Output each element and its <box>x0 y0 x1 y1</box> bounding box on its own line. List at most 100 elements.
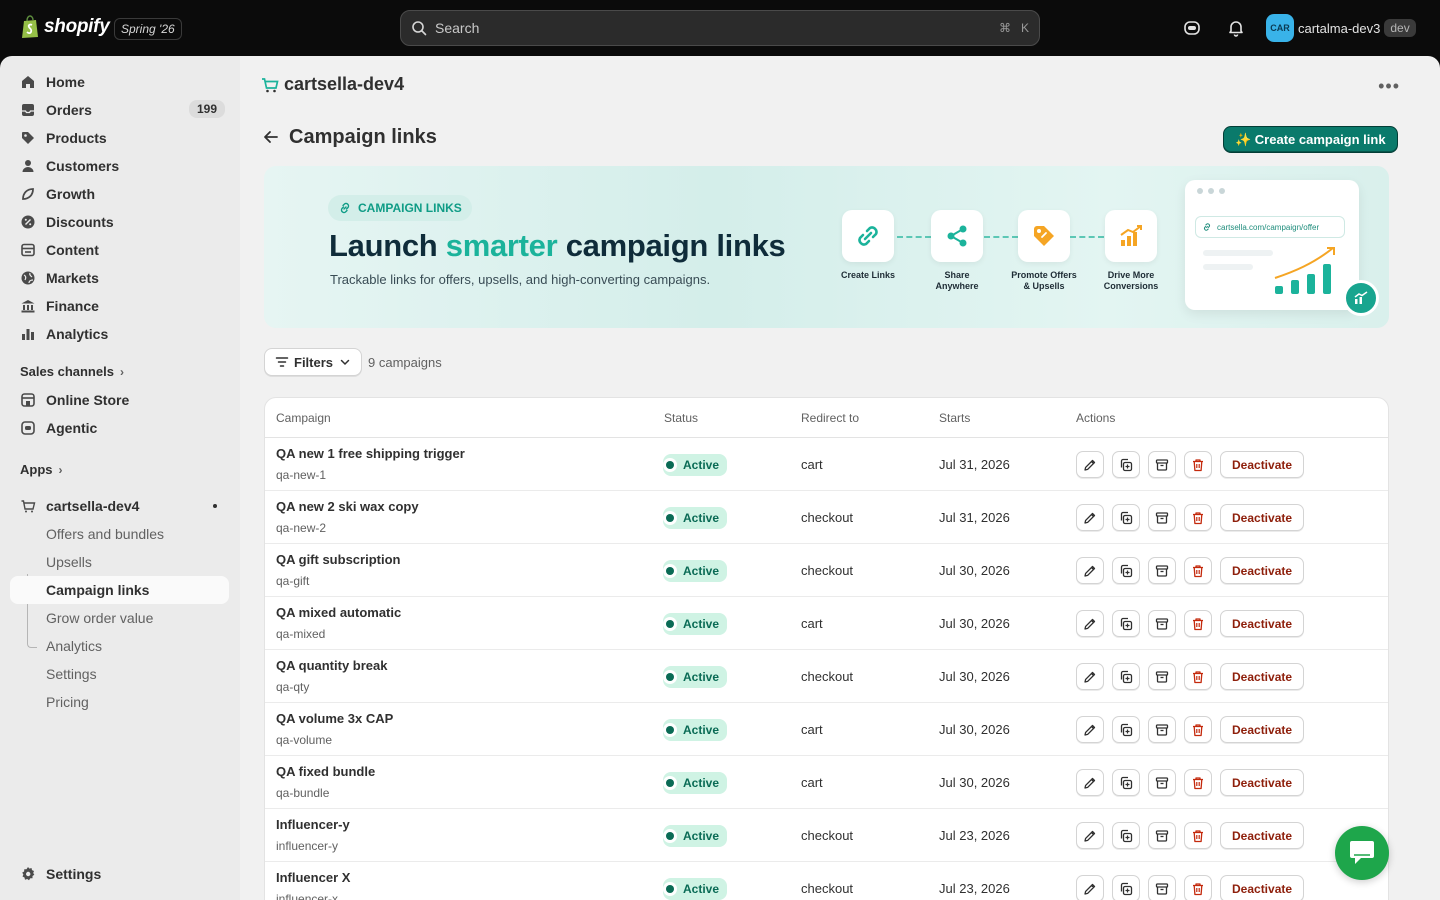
deactivate-button[interactable]: Deactivate <box>1220 875 1305 900</box>
edit-button[interactable] <box>1076 875 1104 900</box>
campaign-name[interactable]: QA new 2 ski wax copy <box>276 499 419 514</box>
table-row[interactable]: QA gift subscription qa-gift Active chec… <box>265 544 1388 597</box>
sidebar-item-agentic[interactable]: Agentic <box>10 414 229 442</box>
delete-button[interactable] <box>1184 451 1212 478</box>
sidebar-item-content[interactable]: Content <box>10 236 229 264</box>
campaign-name[interactable]: QA gift subscription <box>276 552 400 567</box>
deactivate-button[interactable]: Deactivate <box>1220 557 1305 584</box>
delete-button[interactable] <box>1184 504 1212 531</box>
campaign-name[interactable]: QA quantity break <box>276 658 387 673</box>
sidebar-item-products[interactable]: Products <box>10 124 229 152</box>
campaign-name[interactable]: Influencer-y <box>276 817 350 832</box>
create-campaign-link-button[interactable]: ✨ Create campaign link <box>1223 126 1398 153</box>
subnav-analytics[interactable]: Analytics <box>10 632 229 660</box>
more-actions-icon[interactable]: ••• <box>1378 76 1400 97</box>
delete-button[interactable] <box>1184 769 1212 796</box>
delete-button[interactable] <box>1184 716 1212 743</box>
subnav-campaign-links[interactable]: Campaign links <box>10 576 229 604</box>
archive-button[interactable] <box>1148 610 1176 637</box>
duplicate-button[interactable] <box>1112 875 1140 900</box>
sidebar-item-app[interactable]: cartsella-dev4 <box>10 492 229 520</box>
bell-icon[interactable] <box>1226 18 1246 38</box>
table-row[interactable]: Influencer-y influencer-y Active checkou… <box>265 809 1388 862</box>
header-starts: Starts <box>939 411 971 425</box>
edit-button[interactable] <box>1076 716 1104 743</box>
edit-button[interactable] <box>1076 451 1104 478</box>
archive-button[interactable] <box>1148 769 1176 796</box>
duplicate-button[interactable] <box>1112 716 1140 743</box>
subnav-upsells[interactable]: Upsells <box>10 548 229 576</box>
search-input[interactable]: Search <box>435 20 989 36</box>
archive-button[interactable] <box>1148 557 1176 584</box>
campaign-name[interactable]: QA mixed automatic <box>276 605 401 620</box>
apps-heading[interactable]: Apps › <box>20 462 63 477</box>
duplicate-button[interactable] <box>1112 822 1140 849</box>
back-arrow-icon[interactable] <box>262 128 280 146</box>
edit-button[interactable] <box>1076 663 1104 690</box>
sidebar-item-orders[interactable]: Orders 199 <box>10 96 229 124</box>
archive-button[interactable] <box>1148 875 1176 900</box>
sidebar-item-growth[interactable]: Growth <box>10 180 229 208</box>
deactivate-button[interactable]: Deactivate <box>1220 663 1305 690</box>
table-row[interactable]: QA fixed bundle qa-bundle Active cart Ju… <box>265 756 1388 809</box>
archive-button[interactable] <box>1148 451 1176 478</box>
sidebar-item-analytics[interactable]: Analytics <box>10 320 229 348</box>
deactivate-button[interactable]: Deactivate <box>1220 769 1305 796</box>
table-row[interactable]: QA new 2 ski wax copy qa-new-2 Active ch… <box>265 491 1388 544</box>
duplicate-button[interactable] <box>1112 451 1140 478</box>
table-row[interactable]: QA mixed automatic qa-mixed Active cart … <box>265 597 1388 650</box>
subnav-pricing[interactable]: Pricing <box>10 688 229 716</box>
table-row[interactable]: QA volume 3x CAP qa-volume Active cart J… <box>265 703 1388 756</box>
filters-button[interactable]: Filters <box>264 348 363 376</box>
delete-button[interactable] <box>1184 557 1212 584</box>
deactivate-button[interactable]: Deactivate <box>1220 716 1305 743</box>
link-icon <box>1204 223 1210 231</box>
sidebar-item-settings[interactable]: Settings <box>10 860 229 888</box>
account-menu[interactable]: CAR cartalma-dev3 dev <box>1266 14 1416 42</box>
table-row[interactable]: QA new 1 free shipping trigger qa-new-1 … <box>265 438 1388 491</box>
archive-button[interactable] <box>1148 663 1176 690</box>
delete-button[interactable] <box>1184 610 1212 637</box>
subnav-grow-order-value[interactable]: Grow order value <box>10 604 229 632</box>
campaign-name[interactable]: QA volume 3x CAP <box>276 711 393 726</box>
edit-button[interactable] <box>1076 610 1104 637</box>
archive-button[interactable] <box>1148 716 1176 743</box>
sidebar-item-markets[interactable]: Markets <box>10 264 229 292</box>
campaign-name[interactable]: QA new 1 free shipping trigger <box>276 446 465 461</box>
chat-button[interactable] <box>1335 826 1389 880</box>
archive-button[interactable] <box>1148 504 1176 531</box>
duplicate-button[interactable] <box>1112 557 1140 584</box>
sidebar-item-discounts[interactable]: Discounts <box>10 208 229 236</box>
edit-button[interactable] <box>1076 769 1104 796</box>
subnav-settings[interactable]: Settings <box>10 660 229 688</box>
campaign-name[interactable]: QA fixed bundle <box>276 764 375 779</box>
delete-button[interactable] <box>1184 663 1212 690</box>
subnav-offers-bundles[interactable]: Offers and bundles <box>10 520 229 548</box>
sidebar-item-home[interactable]: Home <box>10 68 229 96</box>
sidebar-item-customers[interactable]: Customers <box>10 152 229 180</box>
deactivate-button[interactable]: Deactivate <box>1220 451 1305 478</box>
sidekick-icon[interactable] <box>1182 18 1202 38</box>
shopify-logo[interactable]: shopify <box>20 15 110 39</box>
deactivate-button[interactable]: Deactivate <box>1220 822 1305 849</box>
edit-button[interactable] <box>1076 822 1104 849</box>
edit-button[interactable] <box>1076 504 1104 531</box>
sidebar-item-online-store[interactable]: Online Store <box>10 386 229 414</box>
archive-button[interactable] <box>1148 822 1176 849</box>
table-row[interactable]: Influencer X influencer-x Active checkou… <box>265 862 1388 900</box>
delete-button[interactable] <box>1184 822 1212 849</box>
edit-button[interactable] <box>1076 557 1104 584</box>
duplicate-button[interactable] <box>1112 663 1140 690</box>
sales-channels-heading[interactable]: Sales channels › <box>20 364 124 379</box>
deactivate-button[interactable]: Deactivate <box>1220 504 1305 531</box>
duplicate-button[interactable] <box>1112 769 1140 796</box>
delete-button[interactable] <box>1184 875 1212 900</box>
table-row[interactable]: QA quantity break qa-qty Active checkout… <box>265 650 1388 703</box>
chevron-right-icon: › <box>119 364 124 379</box>
campaign-name[interactable]: Influencer X <box>276 870 350 885</box>
duplicate-button[interactable] <box>1112 504 1140 531</box>
sidebar-item-finance[interactable]: Finance <box>10 292 229 320</box>
search-bar[interactable]: Search ⌘ K <box>400 10 1040 46</box>
duplicate-button[interactable] <box>1112 610 1140 637</box>
deactivate-button[interactable]: Deactivate <box>1220 610 1305 637</box>
